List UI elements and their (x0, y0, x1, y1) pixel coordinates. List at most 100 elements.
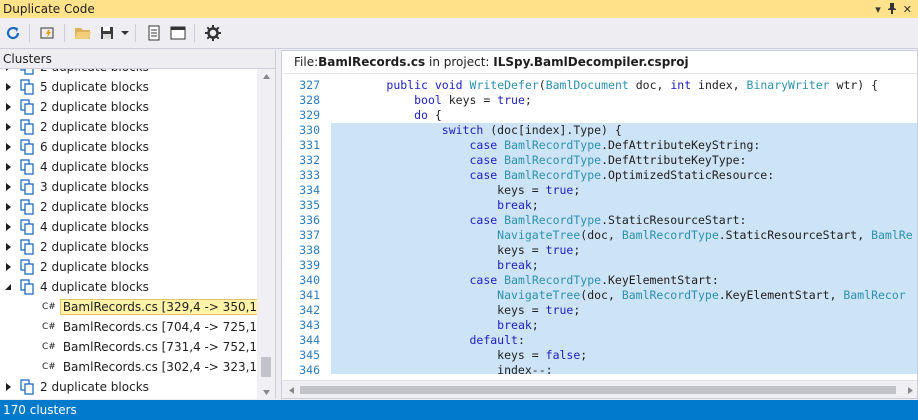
code-line: 343 break; (299, 318, 917, 333)
document-icon[interactable] (143, 22, 165, 44)
cluster-item[interactable]: 2 duplicate blocks (0, 97, 257, 117)
code-text: keys = true; (331, 183, 580, 198)
status-text: 170 clusters (3, 403, 77, 417)
code-horizontal-scrollbar[interactable] (282, 380, 917, 398)
line-number: 327 (299, 78, 320, 92)
code-token: ( (538, 78, 546, 92)
duplicate-cluster-icon (20, 69, 34, 75)
scroll-right-icon[interactable] (903, 381, 917, 398)
pin-icon[interactable] (887, 2, 897, 17)
code-text: break; (331, 198, 539, 213)
code-line: 336 case BamlRecordType.StaticResourceSt… (299, 213, 917, 228)
refresh-icon[interactable] (2, 22, 24, 44)
code-text: bool keys = true; (331, 93, 532, 108)
duplicate-block-label: BamlRecords.cs [302,4 -> 323,19] (62, 360, 257, 374)
collapsed-arrow-icon[interactable] (3, 157, 13, 177)
collapsed-arrow-icon[interactable] (3, 257, 13, 277)
cluster-item[interactable]: 4 duplicate blocks (0, 217, 257, 237)
duplicate-block-item[interactable]: C# BamlRecords.cs [302,4 -> 323,19] (0, 357, 257, 377)
cluster-item[interactable]: 3 duplicate blocks (0, 177, 257, 197)
cluster-item[interactable]: 2 duplicate blocks (0, 237, 257, 257)
expanded-arrow-icon[interactable] (3, 277, 13, 297)
gear-icon[interactable] (202, 22, 224, 44)
cluster-item[interactable]: 4 duplicate blocks (0, 277, 257, 297)
duplicate-block-item[interactable]: C# BamlRecords.cs [329,4 -> 350,19] (0, 297, 257, 317)
line-number: 336 (299, 213, 320, 227)
cluster-item[interactable]: 2 duplicate blocks (0, 257, 257, 277)
code-text: public void WriteDefer(BamlDocument doc,… (331, 78, 878, 93)
line-number: 328 (299, 93, 320, 107)
line-number: 340 (299, 273, 320, 287)
settings-run-icon[interactable] (37, 22, 59, 44)
code-text: keys = true; (331, 243, 580, 258)
code-token: ; (573, 183, 581, 197)
code-token: ; (531, 198, 539, 212)
cluster-label: 5 duplicate blocks (40, 80, 149, 94)
code-text: NavigateTree(doc, BamlRecordType.StaticR… (331, 228, 912, 243)
scrollbar-thumb[interactable] (300, 386, 896, 394)
code-token: BinaryWriter (746, 78, 830, 92)
collapsed-arrow-icon[interactable] (3, 69, 13, 77)
code-token: (doc, (580, 228, 622, 242)
code-line: 337 NavigateTree(doc, BamlRecordType.Sta… (299, 228, 917, 243)
collapsed-arrow-icon[interactable] (3, 377, 13, 397)
code-line: 335 break; (299, 198, 917, 213)
duplicate-cluster-icon (20, 219, 34, 235)
code-view[interactable]: 327 public void WriteDefer(BamlDocument … (282, 78, 917, 374)
code-panel: File: BamlRecords.cs in project: ILSpy.B… (281, 50, 918, 399)
line-number: 337 (299, 228, 320, 242)
toolbar-separator (135, 24, 136, 42)
duplicate-block-item[interactable]: C# BamlRecords.cs [704,4 -> 725,19] (0, 317, 257, 337)
scroll-up-icon[interactable] (257, 69, 275, 83)
line-number: 332 (299, 153, 320, 167)
file-prefix: File: (294, 55, 319, 69)
project-name: ILSpy.BamlDecompiler.csproj (493, 55, 689, 69)
open-folder-icon[interactable] (72, 22, 94, 44)
collapsed-arrow-icon[interactable] (3, 137, 13, 157)
code-token: false (545, 348, 581, 362)
code-token: ; (531, 258, 539, 272)
cluster-item[interactable]: 2 duplicate blocks (0, 117, 257, 137)
code-token: index--; (331, 363, 553, 374)
collapsed-arrow-icon[interactable] (3, 217, 13, 237)
save-icon[interactable] (96, 22, 118, 44)
scroll-down-icon[interactable] (257, 385, 275, 399)
clusters-vertical-scrollbar[interactable] (257, 69, 275, 399)
cluster-item[interactable]: 5 duplicate blocks (0, 77, 257, 97)
code-token: ; (580, 348, 588, 362)
collapsed-arrow-icon[interactable] (3, 97, 13, 117)
collapsed-arrow-icon[interactable] (3, 117, 13, 137)
cluster-item[interactable]: 6 duplicate blocks (0, 137, 257, 157)
csharp-file-icon: C# (42, 362, 56, 372)
scroll-left-icon[interactable] (284, 381, 298, 398)
dropdown-arrow-icon[interactable]: ▾ (875, 3, 881, 16)
cluster-item[interactable]: 2 duplicate blocks (0, 197, 257, 217)
collapsed-arrow-icon[interactable] (3, 77, 13, 97)
close-icon[interactable]: ✕ (903, 3, 912, 16)
clusters-tree[interactable]: 2 duplicate blocks 5 duplicate blocks 2 du… (0, 69, 257, 399)
cluster-item[interactable]: 2 duplicate blocks (0, 377, 257, 397)
duplicate-cluster-icon (20, 159, 34, 175)
duplicate-cluster-icon (20, 239, 34, 255)
collapsed-arrow-icon[interactable] (3, 197, 13, 217)
collapsed-arrow-icon[interactable] (3, 237, 13, 257)
cluster-item[interactable]: 4 duplicate blocks (0, 157, 257, 177)
duplicate-block-item[interactable]: C# BamlRecords.cs [731,4 -> 752,19] (0, 337, 257, 357)
cluster-item[interactable]: 2 duplicate blocks (0, 69, 257, 77)
code-token: BamlRecordType (504, 213, 602, 227)
chevron-down-icon[interactable] (120, 22, 130, 44)
window-icon[interactable] (167, 22, 189, 44)
collapsed-arrow-icon[interactable] (3, 177, 13, 197)
code-token: true (545, 303, 574, 317)
code-token: keys = (331, 303, 546, 317)
code-text: NavigateTree(doc, BamlRecordType.KeyElem… (331, 288, 906, 303)
scrollbar-thumb[interactable] (261, 357, 271, 377)
cluster-label: 2 duplicate blocks (40, 260, 149, 274)
